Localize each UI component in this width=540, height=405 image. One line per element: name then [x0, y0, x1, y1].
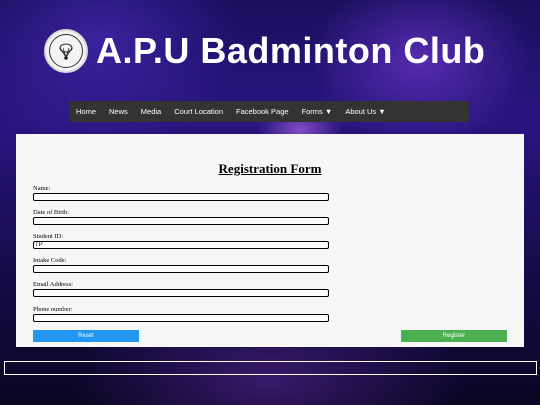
student-id-field-group: Student ID: TP: [33, 233, 329, 249]
dob-label: Date of Birth:: [33, 209, 70, 216]
dob-field-group: Date of Birth:: [33, 209, 329, 225]
nav-item-media[interactable]: Media: [141, 107, 161, 116]
nav-item-about-us-dropdown[interactable]: About Us ▼: [345, 107, 385, 116]
name-input[interactable]: [33, 193, 329, 201]
form-title: Registration Form: [218, 161, 322, 176]
intake-code-label: Intake Code:: [33, 257, 67, 264]
name-label: Name:: [33, 185, 51, 192]
main-nav: Home News Media Court Location Facebook …: [70, 101, 469, 122]
phone-label: Phone number:: [33, 306, 73, 313]
site-title: A.P.U Badminton Club: [96, 30, 486, 71]
email-input[interactable]: [33, 289, 329, 297]
nav-item-facebook-page[interactable]: Facebook Page: [236, 107, 289, 116]
intake-code-input[interactable]: [33, 265, 329, 273]
nav-item-news[interactable]: News: [109, 107, 128, 116]
student-id-input[interactable]: TP: [33, 241, 329, 249]
dob-input[interactable]: [33, 217, 329, 225]
name-field-group: Name:: [33, 185, 329, 201]
site-header: A.P.U Badminton Club: [44, 26, 485, 76]
registration-form-card: Registration Form Name: Date of Birth: S…: [16, 134, 524, 347]
email-label: Email Address:: [33, 281, 73, 288]
club-crest-icon: [44, 29, 88, 73]
phone-input[interactable]: [33, 314, 329, 322]
nav-item-court-location[interactable]: Court Location: [174, 107, 223, 116]
register-button[interactable]: Register: [401, 330, 507, 342]
email-field-group: Email Address:: [33, 281, 329, 297]
nav-item-home[interactable]: Home: [76, 107, 96, 116]
footer-bar: [4, 361, 537, 375]
reset-button[interactable]: Reset: [33, 330, 139, 342]
intake-code-field-group: Intake Code:: [33, 257, 329, 273]
student-id-label: Student ID:: [33, 233, 64, 240]
nav-item-forms-dropdown[interactable]: Forms ▼: [302, 107, 333, 116]
phone-field-group: Phone number:: [33, 306, 329, 322]
